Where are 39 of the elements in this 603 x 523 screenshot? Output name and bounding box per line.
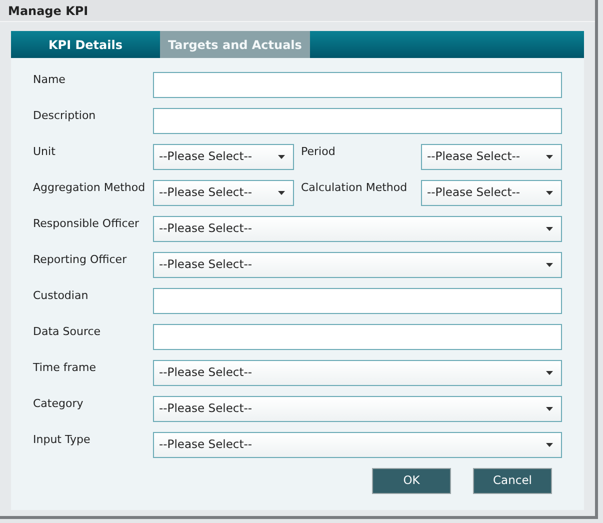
- caret-icon: [546, 191, 553, 195]
- caret-icon: [278, 155, 285, 159]
- window-title: Manage KPI: [8, 2, 88, 20]
- field-label: Category: [33, 396, 84, 412]
- field-label: Calculation Method: [301, 180, 408, 196]
- field-label: Name: [33, 72, 66, 88]
- input-field[interactable]: [153, 72, 562, 98]
- caret-icon: [546, 227, 553, 231]
- caret-icon: [546, 263, 553, 267]
- dropdown[interactable]: --Please Select--: [153, 144, 294, 170]
- caret-icon: [546, 155, 553, 159]
- caret-icon: [546, 407, 553, 411]
- dropdown[interactable]: --Please Select--: [153, 180, 294, 206]
- field-label: Data Source: [33, 324, 102, 340]
- dropdown[interactable]: --Please Select--: [153, 252, 562, 278]
- field-label: Unit: [33, 144, 56, 160]
- field-label: Aggregation Method: [33, 180, 146, 196]
- input-field[interactable]: [153, 108, 562, 134]
- field-label: Description: [33, 108, 97, 124]
- field-label: Custodian: [33, 288, 90, 304]
- dropdown[interactable]: --Please Select--: [153, 216, 562, 242]
- input-field[interactable]: [153, 324, 562, 350]
- dropdown[interactable]: --Please Select--: [153, 432, 562, 458]
- field-label: Input Type: [33, 432, 92, 448]
- caret-icon: [546, 443, 553, 447]
- dropdown[interactable]: --Please Select--: [153, 360, 562, 386]
- dialog-button[interactable]: OK: [372, 468, 451, 494]
- dropdown[interactable]: --Please Select--: [153, 396, 562, 422]
- field-label: Reporting Officer: [33, 252, 128, 268]
- field-label: Time frame: [33, 360, 98, 376]
- dialog-button[interactable]: Cancel: [473, 468, 552, 494]
- field-label: Period: [301, 144, 336, 160]
- dropdown[interactable]: --Please Select--: [421, 144, 562, 170]
- tab[interactable]: KPI Details: [11, 31, 160, 58]
- caret-icon: [546, 371, 553, 375]
- caret-icon: [278, 191, 285, 195]
- dropdown[interactable]: --Please Select--: [421, 180, 562, 206]
- field-label: Responsible Officer: [33, 216, 140, 232]
- input-field[interactable]: [153, 288, 562, 314]
